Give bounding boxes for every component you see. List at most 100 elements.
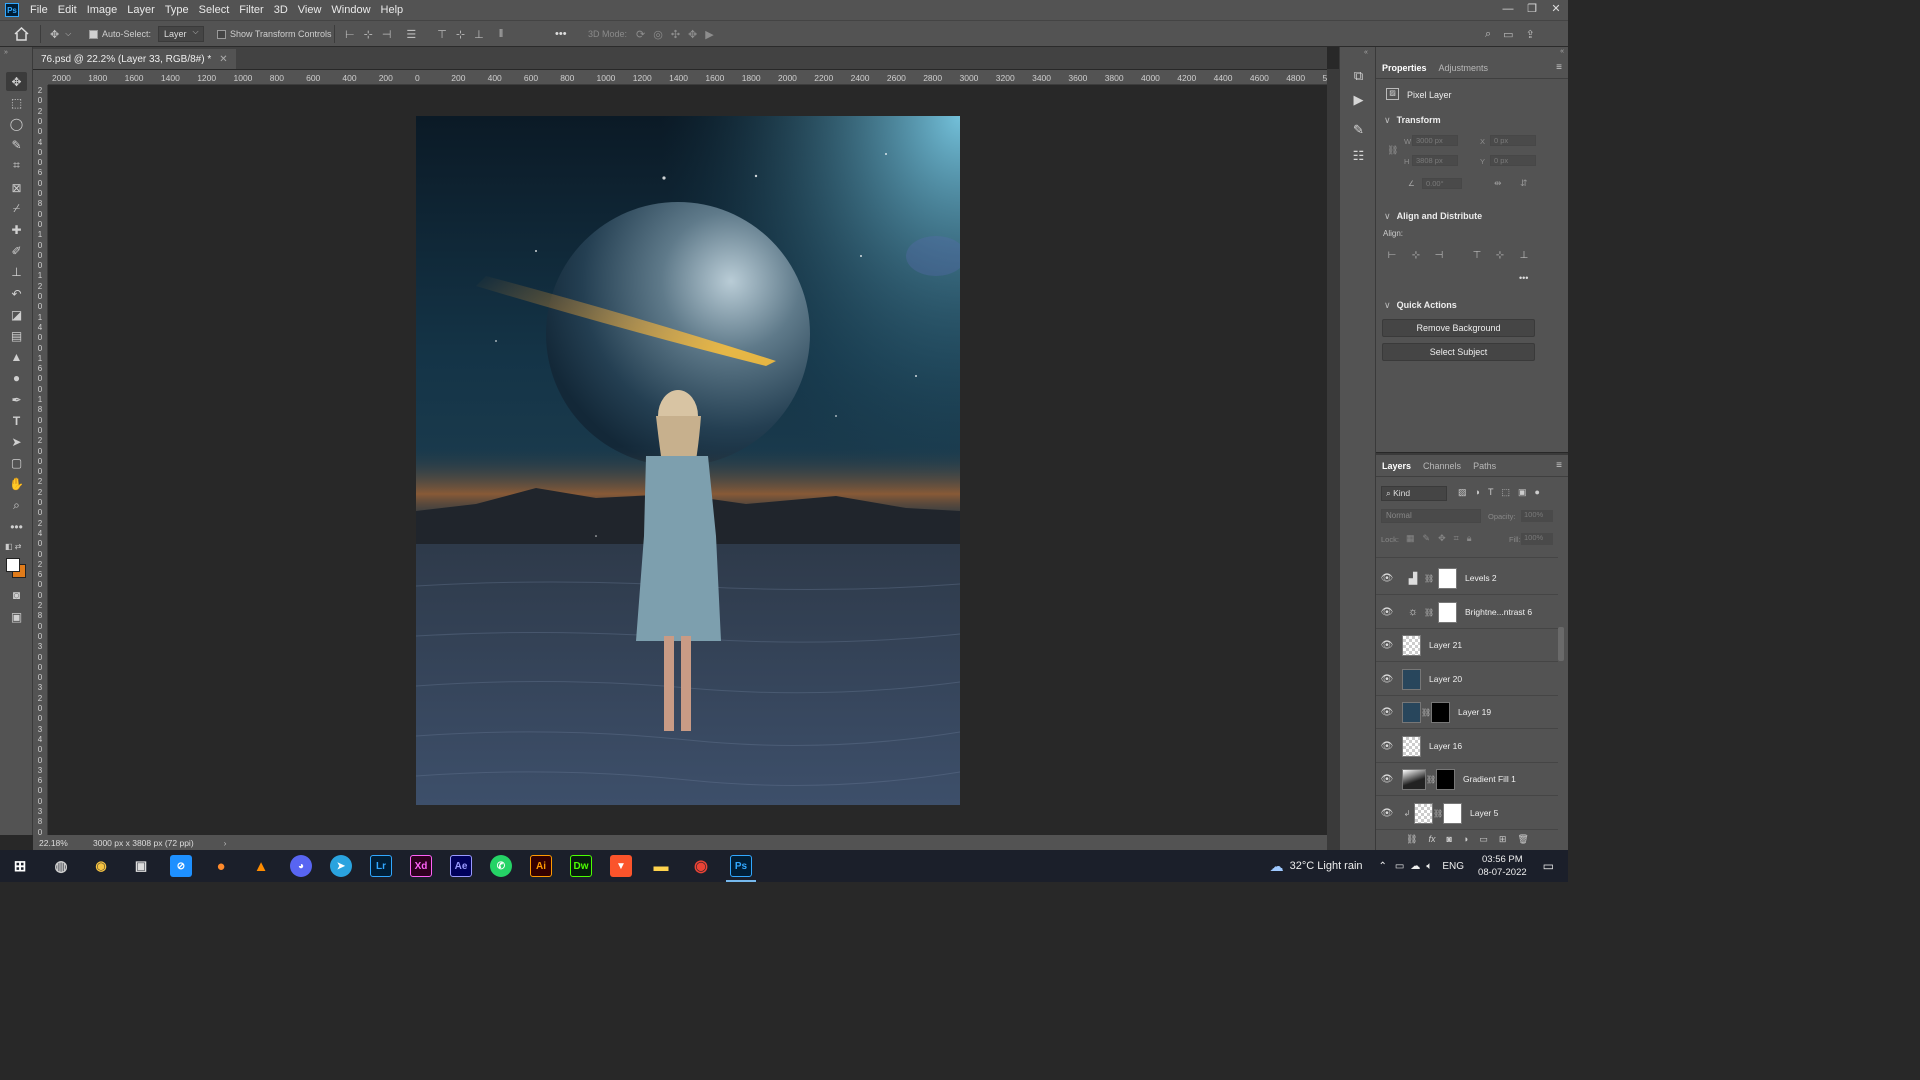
photoshop-taskbar-icon[interactable]: Ps: [730, 855, 752, 877]
chrome-alt-icon[interactable]: ◍: [50, 855, 72, 877]
brush-tool-icon[interactable]: ✐: [6, 241, 27, 260]
collapse-panels-icon[interactable]: «: [1560, 48, 1564, 55]
props-align-top-icon[interactable]: ⊤: [1471, 250, 1483, 262]
lock-position-icon[interactable]: ✥: [1438, 533, 1446, 544]
hand-tool-icon[interactable]: ✋: [6, 474, 27, 493]
orbit-3d-icon[interactable]: ⟳: [636, 28, 645, 41]
flip-horizontal-icon[interactable]: ⇹: [1494, 178, 1502, 189]
vlc-icon[interactable]: ▲: [250, 855, 272, 877]
align-more-button[interactable]: •••: [1519, 273, 1528, 283]
layer-mask-thumbnail[interactable]: [1438, 601, 1457, 623]
new-layer-icon[interactable]: ⊞: [1499, 834, 1507, 845]
height-field[interactable]: 3808 px: [1412, 155, 1458, 166]
brave-icon[interactable]: ▼: [610, 855, 632, 877]
delete-layer-icon[interactable]: 🗑︎: [1517, 834, 1528, 845]
tab-paths[interactable]: Paths: [1467, 455, 1502, 477]
chrome-icon[interactable]: ◉: [690, 855, 712, 877]
notifications-icon[interactable]: ▭: [1543, 859, 1554, 873]
filter-shape-icon[interactable]: ⬚: [1501, 487, 1510, 498]
document-tab[interactable]: 76.psd @ 22.2% (Layer 33, RGB/8#) * ✕: [33, 49, 236, 69]
props-align-bottom-icon[interactable]: ⊥: [1518, 250, 1530, 262]
distribute-horizontal-icon[interactable]: ‖: [499, 28, 504, 40]
auto-select-checkbox[interactable]: Auto-Select:: [89, 21, 151, 47]
slide-3d-icon[interactable]: ✥: [688, 28, 697, 41]
layer-thumbnail[interactable]: [1402, 668, 1421, 690]
layer-row[interactable]: 👁︎ ↲ ⛓ Layer 5: [1376, 797, 1558, 830]
layer-mask-thumbnail[interactable]: [1431, 701, 1450, 723]
camera-app-icon[interactable]: ▣: [130, 855, 152, 877]
history-brush-tool-icon[interactable]: ↶: [6, 284, 27, 303]
telegram-icon[interactable]: ➤: [330, 855, 352, 877]
visibility-eye-icon[interactable]: 👁︎: [1376, 808, 1398, 819]
canvas-vertical-scrollbar[interactable]: [1327, 69, 1339, 850]
collapse-toolbar-icon[interactable]: »: [4, 49, 8, 56]
pen-tool-icon[interactable]: ✒: [6, 390, 27, 409]
ruler-origin[interactable]: [33, 70, 48, 85]
xd-icon[interactable]: Xd: [410, 855, 432, 877]
onedrive-icon[interactable]: ☁: [1410, 861, 1420, 872]
new-adjustment-icon[interactable]: ◑: [1463, 834, 1468, 845]
layers-menu-icon[interactable]: ≡: [1556, 460, 1562, 471]
menu-window[interactable]: Window: [326, 0, 375, 20]
layer-row[interactable]: 👁︎ Layer 20: [1376, 663, 1558, 696]
safari-like-icon[interactable]: ⊘: [170, 855, 192, 877]
default-colors-icon[interactable]: ◧ ⇄: [5, 542, 21, 551]
roll-3d-icon[interactable]: ◎: [653, 28, 663, 41]
restore-icon[interactable]: ❐: [1520, 0, 1544, 20]
align-right-edges-icon[interactable]: ⊣: [382, 28, 392, 41]
whatsapp-icon[interactable]: ✆: [490, 855, 512, 877]
link-layers-icon[interactable]: ⛓: [1406, 834, 1417, 845]
cursor-app-icon[interactable]: ◉: [90, 855, 112, 877]
tab-properties[interactable]: Properties: [1376, 57, 1433, 79]
align-left-edges-icon[interactable]: ⊢: [345, 28, 355, 41]
select-subject-button[interactable]: Select Subject: [1382, 343, 1535, 361]
layer-row[interactable]: 👁︎ Layer 16: [1376, 730, 1558, 763]
new-group-icon[interactable]: ▭: [1479, 834, 1488, 845]
zoom-level[interactable]: 22.18%: [39, 838, 87, 848]
menu-view[interactable]: View: [293, 0, 327, 20]
minimize-icon[interactable]: —: [1496, 0, 1520, 20]
layer-mask-thumbnail[interactable]: [1443, 802, 1462, 824]
language-indicator[interactable]: ENG: [1442, 861, 1464, 872]
distribute-vertical-icon[interactable]: ☰: [406, 28, 416, 41]
filter-smart-icon[interactable]: ▣: [1518, 487, 1527, 498]
discord-icon[interactable]: ◕: [290, 855, 312, 877]
y-field[interactable]: 0 px: [1490, 155, 1536, 166]
visibility-eye-icon[interactable]: 👁︎: [1376, 573, 1398, 584]
width-field[interactable]: 3000 px: [1412, 135, 1458, 146]
dreamweaver-icon[interactable]: Dw: [570, 855, 592, 877]
layer-row[interactable]: 👁︎ ☼ ⛓ Brightne...ntrast 6: [1376, 596, 1558, 629]
crop-tool-icon[interactable]: ⌗: [6, 156, 27, 175]
visibility-eye-icon[interactable]: 👁︎: [1376, 607, 1398, 618]
lock-transparent-icon[interactable]: ▦: [1406, 533, 1415, 544]
layer-mask-thumbnail[interactable]: [1436, 768, 1455, 790]
workspace-icon[interactable]: ▭: [1503, 28, 1513, 41]
align-bottom-edges-icon[interactable]: ⊥: [474, 28, 484, 41]
menu-help[interactable]: Help: [376, 0, 409, 20]
show-hidden-icons-icon[interactable]: ⌃: [1379, 861, 1387, 872]
filter-adjustment-icon[interactable]: ◑: [1475, 487, 1480, 498]
menu-image[interactable]: Image: [82, 0, 123, 20]
gradient-fill-thumbnail[interactable]: [1402, 768, 1426, 790]
layer-thumbnail[interactable]: [1402, 701, 1421, 723]
menu-select[interactable]: Select: [194, 0, 235, 20]
lock-all-icon[interactable]: 🔒︎: [1467, 533, 1472, 544]
menu-layer[interactable]: Layer: [122, 0, 160, 20]
layer-row[interactable]: 👁︎ ⛓ Layer 19: [1376, 696, 1558, 729]
layer-row[interactable]: 👁︎ ▟ ⛓ Levels 2: [1376, 562, 1558, 595]
align-section-header[interactable]: Align and Distribute: [1384, 211, 1483, 222]
after-effects-icon[interactable]: Ae: [450, 855, 472, 877]
screen-mode-icon[interactable]: ▣: [6, 607, 27, 626]
tab-adjustments[interactable]: Adjustments: [1433, 57, 1495, 79]
blend-mode-dropdown[interactable]: Normal: [1381, 509, 1481, 523]
layer-mask-thumbnail[interactable]: [1438, 567, 1457, 589]
x-field[interactable]: 0 px: [1490, 135, 1536, 146]
clock[interactable]: 03:56 PM 08-07-2022: [1478, 853, 1527, 879]
layer-row[interactable]: 👁︎ ⛓ Gradient Fill 1: [1376, 763, 1558, 796]
blur-tool-icon[interactable]: ▲: [6, 347, 27, 366]
mask-link-icon[interactable]: ⛓: [1433, 809, 1443, 818]
gradient-tool-icon[interactable]: ▤: [6, 326, 27, 345]
search-icon[interactable]: ⌕: [1485, 28, 1491, 41]
link-dimensions-icon[interactable]: ⛓: [1387, 145, 1398, 156]
camera-3d-icon[interactable]: ▶: [705, 28, 713, 41]
